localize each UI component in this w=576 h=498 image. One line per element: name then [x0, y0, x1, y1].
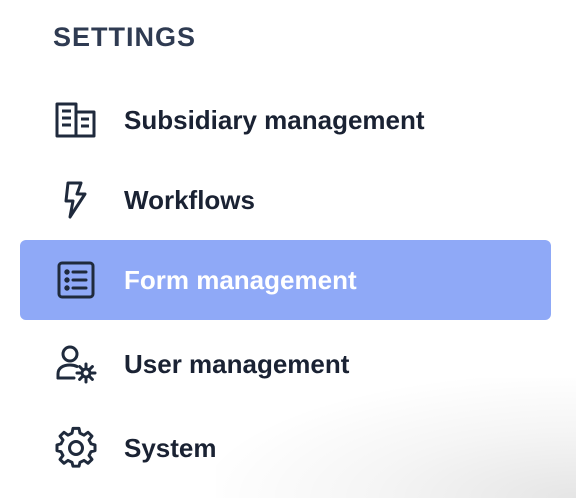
nav-label-form-management: Form management	[124, 264, 357, 295]
nav-label-user-management: User management	[124, 348, 350, 379]
nav-item-system[interactable]: System	[20, 408, 551, 488]
user-gear-icon	[54, 342, 98, 386]
settings-section-title: SETTINGS	[53, 22, 197, 52]
nav-item-user-management[interactable]: User management	[20, 324, 551, 404]
building-icon	[54, 98, 98, 142]
nav-item-subsidiary-management[interactable]: Subsidiary management	[20, 80, 551, 160]
nav-item-workflows[interactable]: Workflows	[20, 160, 551, 240]
list-form-icon	[54, 258, 98, 302]
nav-label-subsidiary-management: Subsidiary management	[124, 104, 425, 135]
nav-label-workflows: Workflows	[124, 184, 255, 215]
lightning-bolt-icon	[54, 178, 98, 222]
settings-panel: SETTINGS Subsidiary management Workflows…	[0, 0, 576, 498]
gear-icon	[54, 426, 98, 470]
nav-item-form-management[interactable]: Form management	[20, 240, 551, 320]
nav-label-system: System	[124, 432, 217, 463]
